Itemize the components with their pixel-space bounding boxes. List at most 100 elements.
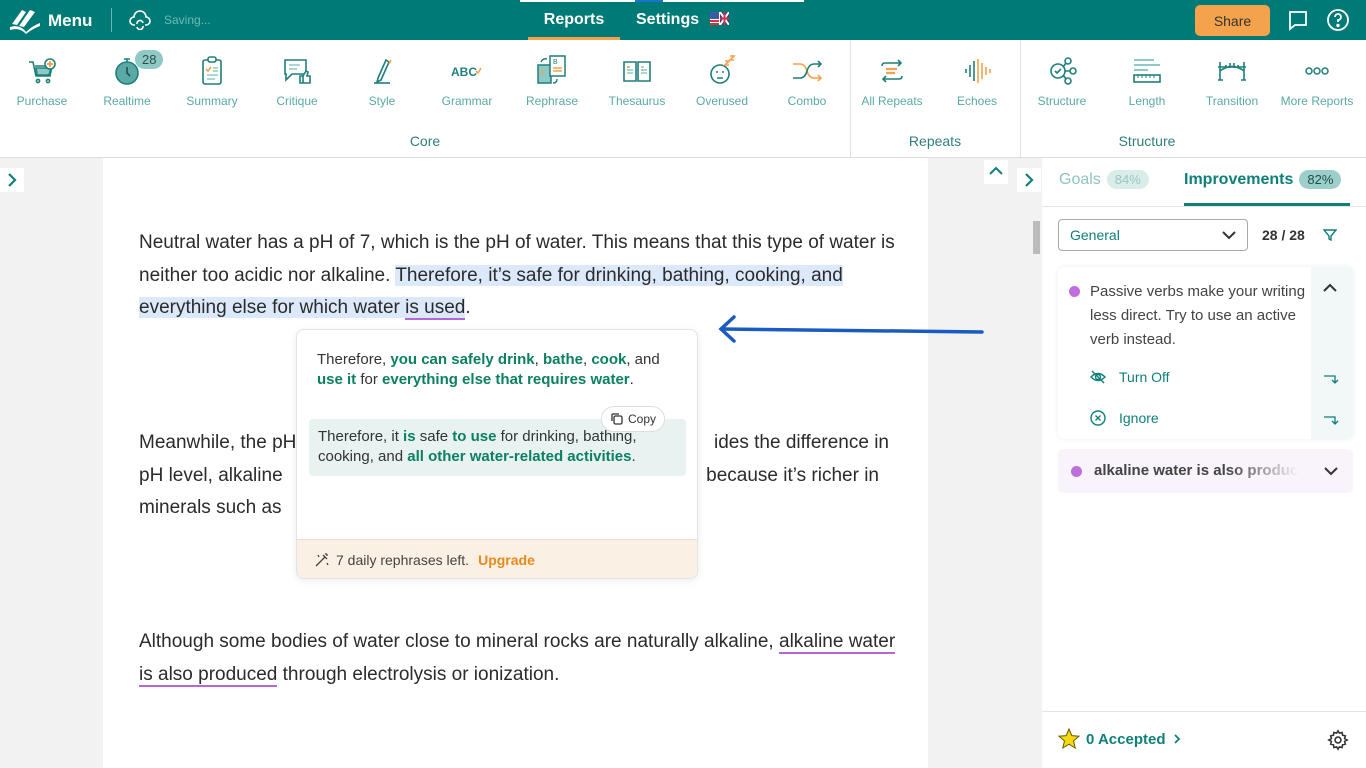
- ribbon-all-repeats[interactable]: All Repeats: [850, 54, 934, 108]
- divider: [1042, 206, 1366, 207]
- text: .: [631, 448, 636, 465]
- suggestion-count: 28 / 28: [1262, 227, 1305, 243]
- changed-phrase: everything else that requires water: [382, 371, 630, 388]
- text: safe: [415, 428, 453, 445]
- text: , and: [626, 351, 660, 368]
- report-ribbon: Purchase 28 Realtime Summary Critique St…: [0, 40, 1366, 158]
- ribbon-critique[interactable]: Critique: [255, 54, 339, 108]
- suggestion-message: Passive verbs make your writing less dir…: [1090, 283, 1306, 348]
- star-icon: [1058, 728, 1080, 750]
- ribbon-label: All Repeats: [861, 94, 923, 108]
- improvements-percent-badge: 82%: [1299, 170, 1342, 189]
- changed-phrase: use it: [317, 371, 357, 388]
- help-icon[interactable]: [1326, 8, 1350, 32]
- copy-icon: [611, 413, 623, 425]
- changed-phrase: is: [403, 428, 416, 445]
- ribbon-more-reports[interactable]: More Reports: [1275, 54, 1359, 108]
- suggestion-card-collapsed[interactable]: alkaline water is also produced: [1058, 449, 1353, 493]
- changed-phrase: you can safely drink: [390, 351, 535, 368]
- paragraph-1[interactable]: Neutral water has a pH of 7, which is th…: [139, 227, 899, 325]
- menu-button[interactable]: Menu: [48, 11, 92, 31]
- ribbon-combo[interactable]: Combo: [765, 54, 849, 108]
- ribbon-structure[interactable]: Structure: [1020, 54, 1104, 108]
- rephrase-option-1[interactable]: Therefore, you can safely drink, bathe , …: [317, 350, 677, 390]
- tab-reports[interactable]: Reports: [528, 0, 620, 40]
- tab-goals[interactable]: Goals 84%: [1059, 170, 1149, 189]
- nodes-icon: [1050, 57, 1077, 85]
- text: .: [629, 371, 634, 388]
- select-value: General: [1070, 227, 1120, 243]
- copy-button[interactable]: Copy: [601, 406, 666, 432]
- ribbon-style[interactable]: Style: [340, 54, 424, 108]
- changed-phrase: to use: [452, 428, 497, 445]
- ribbon-thesaurus[interactable]: Thesaurus: [595, 54, 679, 108]
- ribbon-grammar[interactable]: ABC Grammar: [425, 54, 509, 108]
- text: ides the difference in: [714, 432, 889, 453]
- tab-settings[interactable]: Settings: [636, 0, 729, 40]
- ribbon-realtime[interactable]: 28 Realtime: [85, 50, 169, 108]
- chevron-right-icon: [1174, 734, 1181, 744]
- chat-thumbs-up-icon: [284, 59, 311, 84]
- chevron-down-icon: [1222, 231, 1236, 240]
- changed-phrase: cook: [591, 351, 627, 368]
- top-bar: Menu Saving... Reports Settings Share: [0, 0, 1366, 40]
- chat-icon[interactable]: [1287, 9, 1309, 31]
- ignore-button[interactable]: Ignore: [1089, 409, 1159, 427]
- ribbon-length[interactable]: Length: [1105, 54, 1189, 108]
- expand-left-panel-button[interactable]: [0, 168, 24, 192]
- svg-text:ABC: ABC: [451, 65, 477, 79]
- more-dots-icon: [1305, 67, 1329, 75]
- passive-verb-dot: [1069, 286, 1080, 297]
- shuffle-icon: [793, 60, 823, 82]
- ribbon-label: Length: [1128, 94, 1166, 108]
- ignore-label: Ignore: [1119, 410, 1159, 426]
- ribbon-transition[interactable]: Transition: [1190, 54, 1274, 108]
- upgrade-link[interactable]: Upgrade: [478, 552, 535, 568]
- ribbon-label: Rephrase: [525, 94, 579, 108]
- ribbon-purchase[interactable]: Purchase: [0, 54, 84, 108]
- text: Therefore,: [317, 351, 391, 368]
- accepted-button[interactable]: 0 Accepted: [1058, 728, 1183, 750]
- cart-plus-icon: [29, 58, 56, 84]
- chevron-up-icon[interactable]: [1322, 282, 1338, 294]
- category-select[interactable]: General: [1058, 219, 1248, 251]
- cloud-sync-icon: [129, 10, 151, 30]
- saving-status: Saving...: [164, 13, 211, 27]
- ribbon-overused[interactable]: Overused: [680, 54, 764, 108]
- paragraph-3[interactable]: Although some bodies of water close to m…: [139, 626, 899, 691]
- tab-improvements[interactable]: Improvements 82%: [1184, 170, 1342, 189]
- scroll-top-button[interactable]: [984, 160, 1008, 184]
- ribbon-rephrase[interactable]: A B Rephrase: [510, 54, 594, 108]
- turn-off-button[interactable]: Turn Off: [1089, 368, 1170, 386]
- changed-phrase: all other water-related activities: [407, 448, 632, 465]
- tab-label: Goals: [1059, 171, 1101, 188]
- ribbon-summary[interactable]: Summary: [170, 54, 254, 108]
- chevron-down-icon[interactable]: [1323, 465, 1339, 477]
- gear-icon[interactable]: [1327, 729, 1349, 751]
- eye-off-icon: [1090, 370, 1106, 384]
- chevron-right-icon: [1025, 173, 1034, 187]
- editor-scrollbar[interactable]: [1033, 221, 1040, 254]
- ribbon-label: Style: [368, 94, 396, 108]
- sound-wave-icon: [965, 59, 991, 83]
- ribbon-echoes[interactable]: Echoes: [935, 54, 1019, 108]
- turn-off-label: Turn Off: [1119, 369, 1170, 385]
- collapse-right-panel-button[interactable]: [1017, 168, 1041, 192]
- ribbon-label: Thesaurus: [608, 94, 666, 108]
- text: pH level, alkaline: [139, 464, 283, 486]
- ribbon-label: Echoes: [956, 94, 998, 108]
- passive-verb-flag[interactable]: is used: [405, 297, 466, 320]
- suggestion-card-expanded[interactable]: Passive verbs make your writing less dir…: [1058, 267, 1353, 439]
- ruler-lines-icon: [1133, 59, 1161, 83]
- turn-off-arrow-icon[interactable]: [1323, 373, 1339, 385]
- circle-x-icon: [1090, 410, 1106, 426]
- text: Therefore, it: [318, 428, 404, 445]
- filter-icon[interactable]: [1323, 228, 1337, 242]
- bridge-icon: [1218, 62, 1246, 81]
- logo-icon[interactable]: [8, 6, 42, 34]
- ignore-arrow-icon[interactable]: [1323, 414, 1339, 426]
- divider: [111, 8, 112, 32]
- ribbon-label: Critique: [276, 94, 318, 108]
- share-button[interactable]: Share: [1195, 5, 1270, 36]
- divider: [1042, 711, 1366, 712]
